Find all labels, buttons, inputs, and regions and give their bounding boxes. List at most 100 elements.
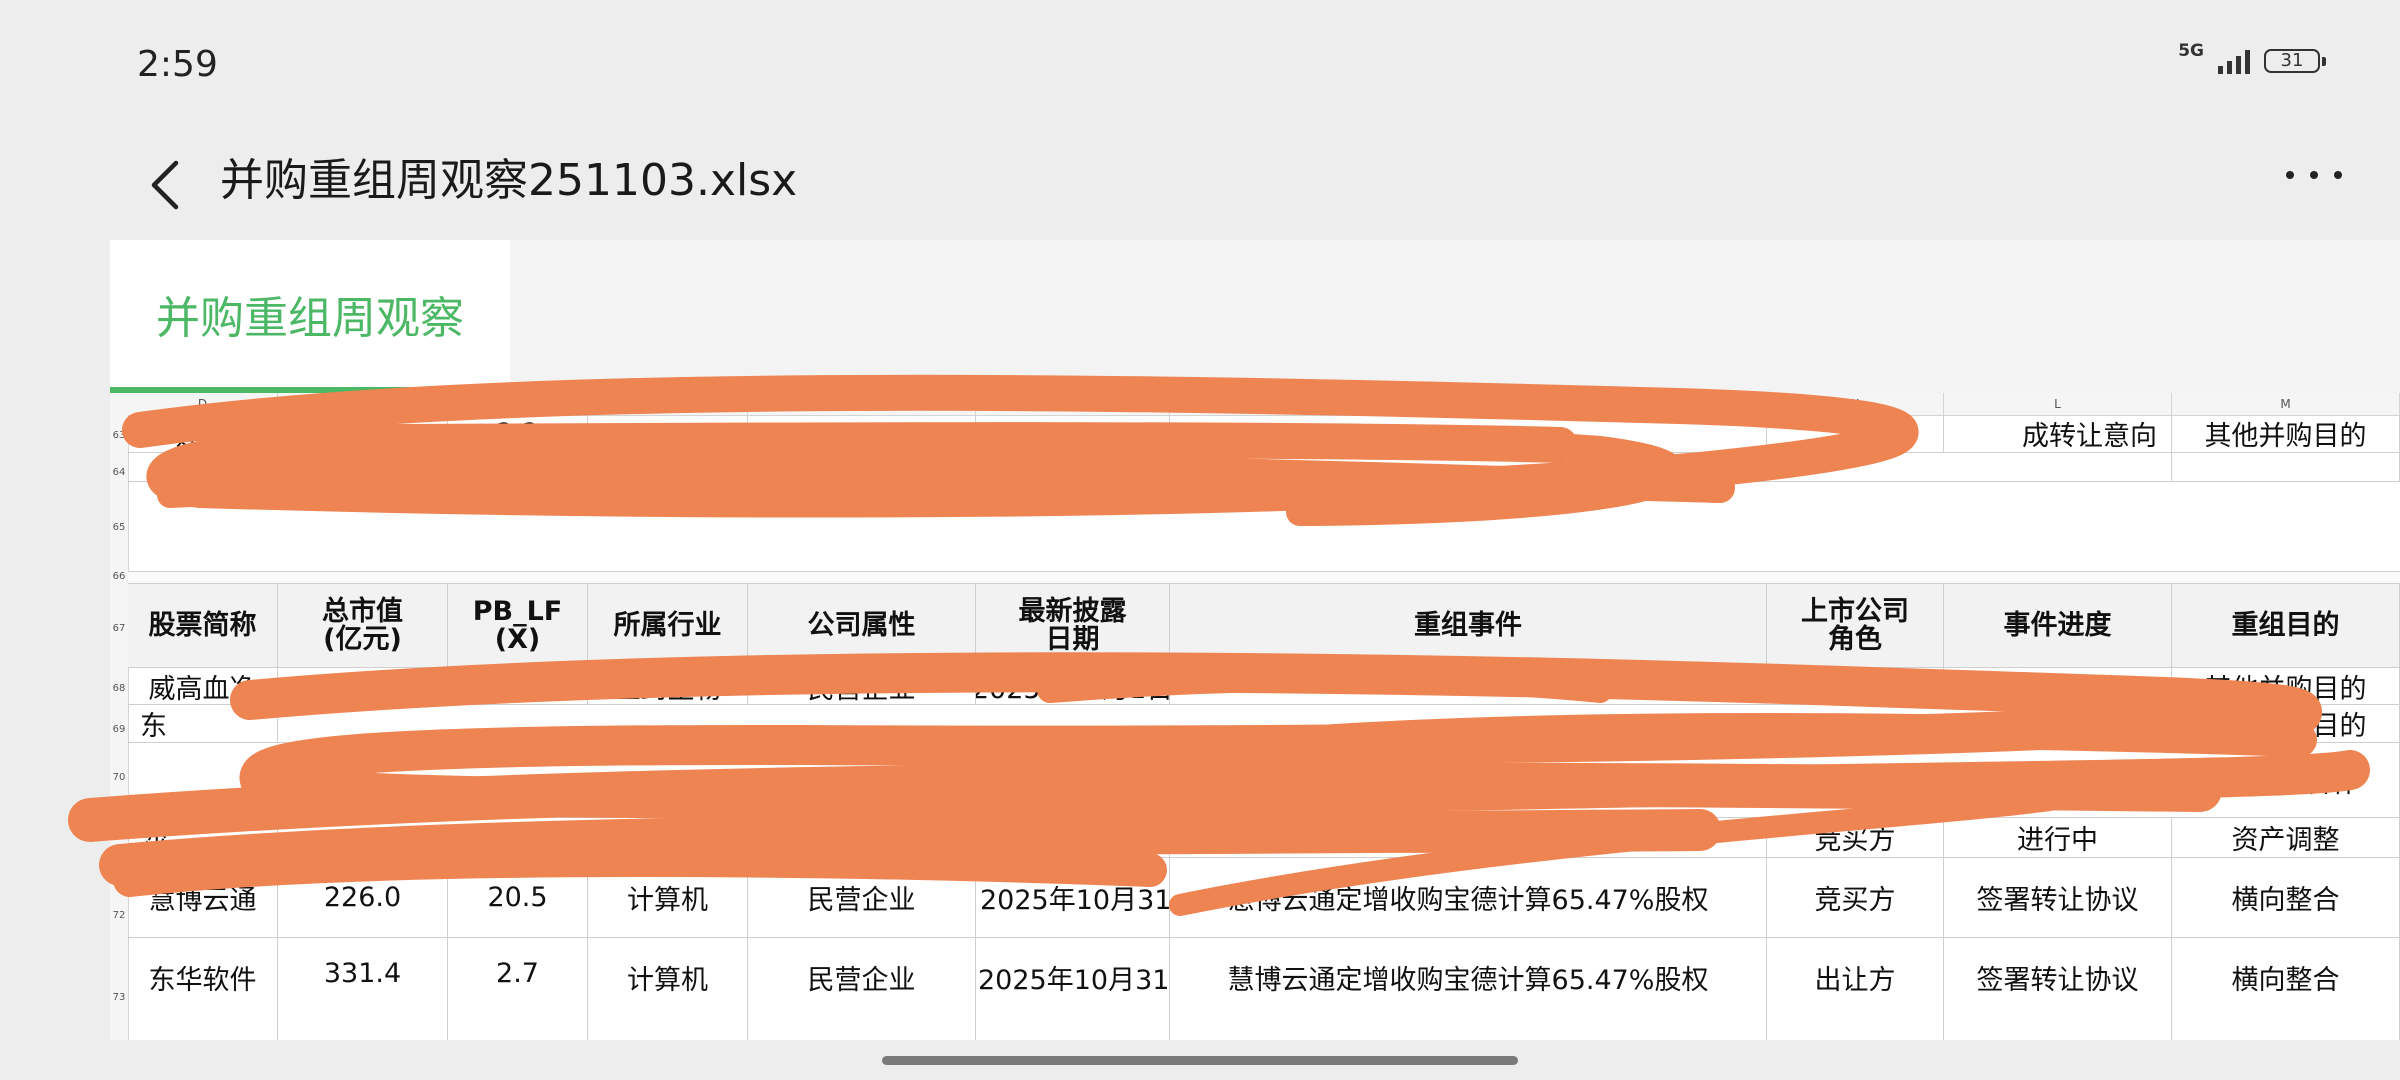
row-number[interactable]: 67: [110, 623, 128, 634]
table-cell[interactable]: 计算机: [588, 938, 748, 1040]
row-number[interactable]: 72: [110, 910, 128, 921]
col-letter[interactable]: K: [1767, 393, 1944, 415]
col-letter[interactable]: H: [748, 393, 976, 415]
table-cell[interactable]: 民营企业: [748, 668, 976, 704]
table-cell[interactable]: 慧博云通定增收购宝德计算65.47%股权: [1170, 938, 1767, 1040]
table-row: [128, 482, 2400, 572]
row-number[interactable]: 73: [110, 992, 128, 1003]
table-row: 东华软件 331.4 2.7 计算机 民营企业 2025年10月31日 慧博云通…: [128, 938, 2400, 1040]
table-cell[interactable]: 进行中: [1944, 818, 2172, 857]
table-cell[interactable]: [1767, 415, 1944, 452]
table-cell[interactable]: [2172, 453, 2400, 481]
table-cell[interactable]: 2025年10月31日: [976, 938, 1170, 1040]
table-cell[interactable]: 横向整合: [2172, 938, 2400, 1040]
spreadsheet-view[interactable]: 并购重组周观察 D E F G H I J K L M 63 64 65 66 …: [110, 240, 2400, 1040]
table-cell[interactable]: 竞买方: [1767, 668, 1944, 704]
table-cell[interactable]: [278, 668, 448, 704]
col-letter[interactable]: G: [588, 393, 748, 415]
row-number[interactable]: 71: [110, 850, 128, 861]
column-header[interactable]: 公司属性: [748, 584, 976, 667]
row-number[interactable]: 65: [110, 522, 128, 533]
table-cell[interactable]: 竞买方: [1767, 818, 1944, 857]
col-letter[interactable]: M: [2172, 393, 2400, 415]
table-row: 慧博云通 226.0 20.5 计算机 民营企业 2025年10月31 慧博云通…: [128, 858, 2400, 938]
column-header[interactable]: 事件进度: [1944, 584, 2172, 667]
table-cell[interactable]: 签署转让协议: [1944, 938, 2172, 1040]
table-header-row: 股票简称 总市值 (亿元) PB_LF (X) 所属行业 公司属性 最新披露 日…: [128, 584, 2400, 668]
column-header[interactable]: 股票简称: [128, 584, 278, 667]
table-row: 威高血净 医药生物 民营企业 2025年11月1日 00%股权 竞买方 董事会预…: [128, 668, 2400, 705]
table-cell[interactable]: 2.2: [448, 415, 588, 452]
network-type: 5G: [2178, 40, 2204, 61]
battery-icon: 31: [2264, 49, 2326, 73]
table-cell[interactable]: 医药生物: [588, 668, 748, 704]
table-cell[interactable]: 其他并购目的: [2172, 415, 2400, 452]
table-cell[interactable]: 成转让意向: [1944, 415, 2172, 452]
table-cell[interactable]: 226.0: [278, 858, 448, 937]
column-header[interactable]: 最新披露 日期: [976, 584, 1170, 667]
table-cell[interactable]: 331.4: [278, 938, 448, 1040]
column-headers: D E F G H I J K L M: [110, 393, 2400, 416]
table-cell[interactable]: 其他并购目的: [2172, 705, 2400, 742]
table-row: [128, 453, 2400, 482]
sheet-tab-active[interactable]: 并购重组周观察: [110, 240, 510, 393]
row-number[interactable]: 66: [110, 571, 128, 582]
table-cell[interactable]: 沙: [128, 818, 278, 857]
table-cell[interactable]: [448, 668, 588, 704]
table-cell[interactable]: 民营企业: [748, 858, 976, 937]
table-cell[interactable]: 其他并购目的: [2172, 668, 2400, 704]
table-cell[interactable]: 00%股权: [1170, 668, 1767, 704]
more-options-icon[interactable]: [2286, 160, 2342, 190]
table-cell[interactable]: 出让方: [1767, 938, 1944, 1040]
table-cell[interactable]: [748, 415, 976, 452]
table-cell[interactable]: 计算机: [588, 858, 748, 937]
table-cell[interactable]: 竞买方: [1767, 858, 1944, 937]
col-letter[interactable]: E: [278, 393, 448, 415]
col-letter[interactable]: F: [448, 393, 588, 415]
table-cell[interactable]: 合作: [2172, 743, 2400, 817]
home-indicator[interactable]: [882, 1056, 1518, 1065]
column-header[interactable]: PB_LF (X): [448, 584, 588, 667]
table-cell[interactable]: 横向整合: [2172, 858, 2400, 937]
table-cell[interactable]: 东华软件: [128, 938, 278, 1040]
table-cell[interactable]: 慧博云通定增收购宝德计算65.47%股权: [1170, 858, 1767, 937]
table-row: [128, 572, 2400, 584]
table-cell[interactable]: 2.7: [448, 938, 588, 1040]
table-row: 建龙 2.2 成转让意向 其他并购目的: [128, 415, 2400, 453]
table-cell[interactable]: 民营企业: [748, 938, 976, 1040]
table-cell[interactable]: 东: [128, 705, 278, 742]
col-letter[interactable]: I: [976, 393, 1170, 415]
table-cell[interactable]: 建龙: [128, 415, 278, 452]
table-cell[interactable]: 2025年11月1日: [976, 668, 1170, 704]
col-letter[interactable]: D: [128, 393, 278, 415]
table-cell[interactable]: 资产调整: [2172, 818, 2400, 857]
column-header[interactable]: 总市值 (亿元): [278, 584, 448, 667]
row-number[interactable]: 70: [110, 772, 128, 783]
table-cell[interactable]: 威高血净: [128, 668, 278, 704]
table-cell[interactable]: [588, 415, 748, 452]
row-number[interactable]: 69: [110, 724, 128, 735]
table-cell[interactable]: [1170, 415, 1767, 452]
table-cell[interactable]: 董事会预案: [1944, 668, 2172, 704]
table-cell[interactable]: 2025年10月31: [976, 858, 1170, 937]
row-number[interactable]: 63: [110, 430, 128, 441]
table-cell[interactable]: 慧博云通: [128, 858, 278, 937]
table-cell[interactable]: 子70%股权: [1170, 818, 1767, 857]
table-cell[interactable]: 20.5: [448, 858, 588, 937]
table-cell[interactable]: 签署转让协议: [1944, 858, 2172, 937]
col-letter[interactable]: L: [1944, 393, 2172, 415]
column-header[interactable]: 上市公司 角色: [1767, 584, 1944, 667]
table-cell[interactable]: [1944, 453, 2172, 481]
table-cell[interactable]: [976, 415, 1170, 452]
back-arrow-icon[interactable]: [140, 150, 190, 220]
table-row: 沙 地市国有控股 2025 子70%股权 竞买方 进行中 资产调整: [128, 818, 2400, 858]
table-cell[interactable]: [278, 415, 448, 452]
table-cell[interactable]: 地市国有控股: [748, 818, 976, 857]
row-number[interactable]: 68: [110, 683, 128, 694]
table-cell[interactable]: 2025: [976, 818, 1170, 857]
row-number[interactable]: 64: [110, 467, 128, 478]
column-header[interactable]: 重组目的: [2172, 584, 2400, 667]
column-header[interactable]: 所属行业: [588, 584, 748, 667]
column-header[interactable]: 重组事件: [1170, 584, 1767, 667]
col-letter[interactable]: J: [1170, 393, 1767, 415]
